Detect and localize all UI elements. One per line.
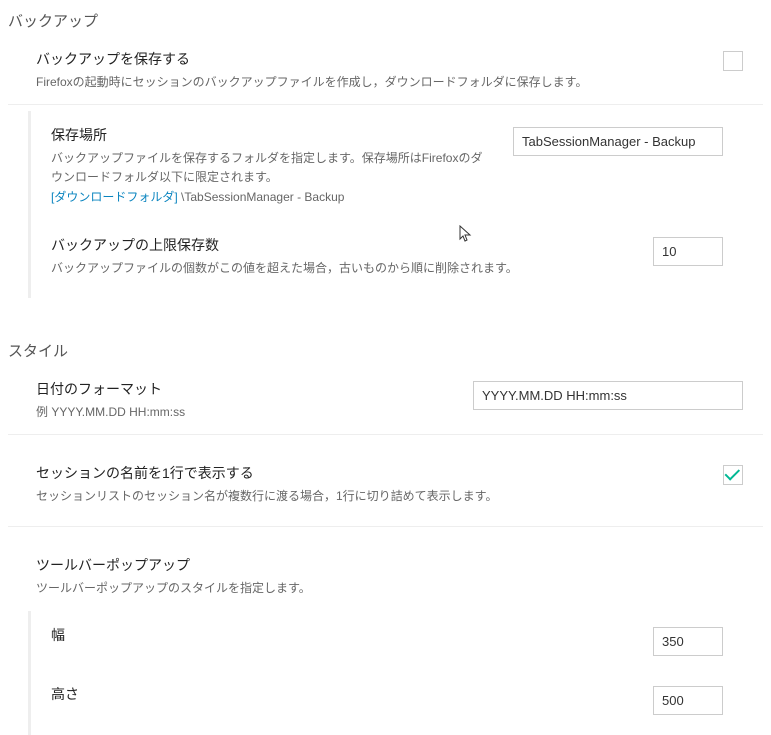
save-backup-text: バックアップを保存する Firefoxの起動時にセッションのバックアップファイル… (36, 49, 723, 92)
date-format-desc: 例 YYYY.MM.DD HH:mm:ss (36, 403, 453, 422)
save-backup-title: バックアップを保存する (36, 49, 703, 69)
location-input[interactable] (513, 127, 723, 156)
limit-control (653, 235, 743, 266)
width-input[interactable] (653, 627, 723, 656)
date-format-title: 日付のフォーマット (36, 379, 453, 399)
download-folder-link[interactable]: [ダウンロードフォルダ] (51, 190, 178, 204)
height-row: 高さ (51, 670, 763, 729)
limit-row: バックアップの上限保存数 バックアップファイルの個数がこの値を超えた場合，古いも… (51, 221, 763, 292)
single-line-checkbox[interactable] (723, 465, 743, 485)
save-backup-control (723, 49, 763, 71)
single-line-desc: セッションリストのセッション名が複数行に渡る場合，1行に切り詰めて表示します。 (36, 487, 703, 506)
backup-section-title: バックアップ (0, 0, 771, 39)
location-text: 保存場所 バックアップファイルを保存するフォルダを指定します。保存場所はFire… (51, 125, 513, 207)
location-path-suffix: \TabSessionManager - Backup (178, 190, 345, 204)
toolbar-popup-header: ツールバーポップアップ ツールバーポップアップのスタイルを指定します。 (8, 535, 763, 604)
width-label: 幅 (51, 625, 633, 645)
date-format-text: 日付のフォーマット 例 YYYY.MM.DD HH:mm:ss (36, 379, 473, 422)
height-input[interactable] (653, 686, 723, 715)
width-control (653, 625, 743, 656)
save-backup-checkbox[interactable] (723, 51, 743, 71)
limit-title: バックアップの上限保存数 (51, 235, 633, 255)
location-desc: バックアップファイルを保存するフォルダを指定します。保存場所はFirefoxのダ… (51, 149, 493, 207)
save-backup-row: バックアップを保存する Firefoxの起動時にセッションのバックアップファイル… (8, 39, 763, 105)
date-format-input[interactable] (473, 381, 743, 410)
toolbar-popup-title: ツールバーポップアップ (36, 555, 763, 575)
location-control (513, 125, 743, 156)
toolbar-popup-desc: ツールバーポップアップのスタイルを指定します。 (36, 579, 763, 598)
height-label: 高さ (51, 684, 633, 704)
single-line-row: セッションの名前を1行で表示する セッションリストのセッション名が複数行に渡る場… (8, 443, 763, 527)
save-backup-desc: Firefoxの起動時にセッションのバックアップファイルを作成し，ダウンロードフ… (36, 73, 703, 92)
width-text: 幅 (51, 625, 653, 649)
single-line-text: セッションの名前を1行で表示する セッションリストのセッション名が複数行に渡る場… (36, 463, 723, 506)
limit-desc: バックアップファイルの個数がこの値を超えた場合，古いものから順に削除されます。 (51, 259, 633, 278)
single-line-title: セッションの名前を1行で表示する (36, 463, 703, 483)
style-section: スタイル 日付のフォーマット 例 YYYY.MM.DD HH:mm:ss セッシ… (0, 298, 771, 735)
limit-input[interactable] (653, 237, 723, 266)
limit-text: バックアップの上限保存数 バックアップファイルの個数がこの値を超えた場合，古いも… (51, 235, 653, 278)
width-row: 幅 (51, 611, 763, 670)
location-row: 保存場所 バックアップファイルを保存するフォルダを指定します。保存場所はFire… (51, 111, 763, 221)
single-line-control (723, 463, 763, 485)
date-format-row: 日付のフォーマット 例 YYYY.MM.DD HH:mm:ss (8, 369, 763, 435)
backup-indent: 保存場所 バックアップファイルを保存するフォルダを指定します。保存場所はFire… (28, 111, 763, 298)
height-text: 高さ (51, 684, 653, 708)
style-section-title: スタイル (0, 330, 771, 369)
date-format-control (473, 379, 763, 410)
location-desc-text: バックアップファイルを保存するフォルダを指定します。保存場所はFirefoxのダ… (51, 151, 482, 184)
height-control (653, 684, 743, 715)
backup-section: バックアップ バックアップを保存する Firefoxの起動時にセッションのバック… (0, 0, 771, 298)
location-title: 保存場所 (51, 125, 493, 145)
